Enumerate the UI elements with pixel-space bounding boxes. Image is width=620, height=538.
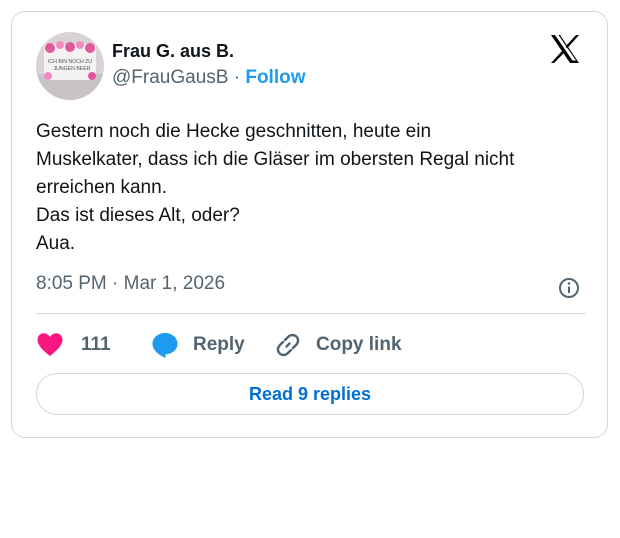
like-count: 111 (81, 334, 111, 355)
like-button[interactable]: 111 (36, 330, 111, 360)
x-logo-icon[interactable] (549, 33, 581, 65)
read-replies-button[interactable]: Read 9 replies (36, 373, 584, 415)
link-icon (274, 331, 302, 359)
handle-row: @FrauGausB · Follow (112, 67, 306, 89)
avatar-text-2: JUNGEN BEER (54, 66, 91, 72)
action-bar: 111 Reply Copy link (36, 330, 586, 360)
follow-button[interactable]: Follow (245, 67, 305, 88)
author-name[interactable]: Frau G. aus B. (112, 41, 234, 62)
separator-dot: · (233, 67, 241, 88)
info-icon[interactable] (557, 276, 581, 300)
author-handle[interactable]: @FrauGausB (112, 67, 228, 88)
tweet-text: Gestern noch die Hecke geschnitten, heut… (36, 118, 586, 258)
avatar[interactable]: ICH BIN NOCH ZU JUNGEN BEER (36, 32, 104, 100)
reply-bubble-icon (151, 331, 179, 359)
tweet-text-line: Gestern noch die Hecke geschnitten, heut… (36, 121, 432, 142)
heart-icon (36, 332, 64, 358)
tweet-text-line: Aua. (36, 233, 76, 254)
tweet-text-line: Muskelkater, dass ich die Gläser im ober… (36, 149, 515, 170)
tweet-timestamp[interactable]: 8:05 PM · Mar 1, 2026 (36, 273, 225, 295)
avatar-text-1: ICH BIN NOCH ZU (48, 59, 92, 65)
reply-button[interactable]: Reply (151, 330, 245, 360)
reply-label: Reply (193, 334, 245, 355)
tweet-card: ICH BIN NOCH ZU JUNGEN BEER Frau G. aus … (11, 11, 608, 438)
copy-link-button[interactable]: Copy link (274, 330, 402, 360)
tweet-text-line: erreichen kann. (36, 177, 167, 198)
avatar-image: ICH BIN NOCH ZU JUNGEN BEER (36, 32, 104, 100)
divider (36, 313, 586, 314)
tweet-text-line: Das ist dieses Alt, oder? (36, 205, 240, 226)
copy-link-label: Copy link (316, 334, 402, 355)
